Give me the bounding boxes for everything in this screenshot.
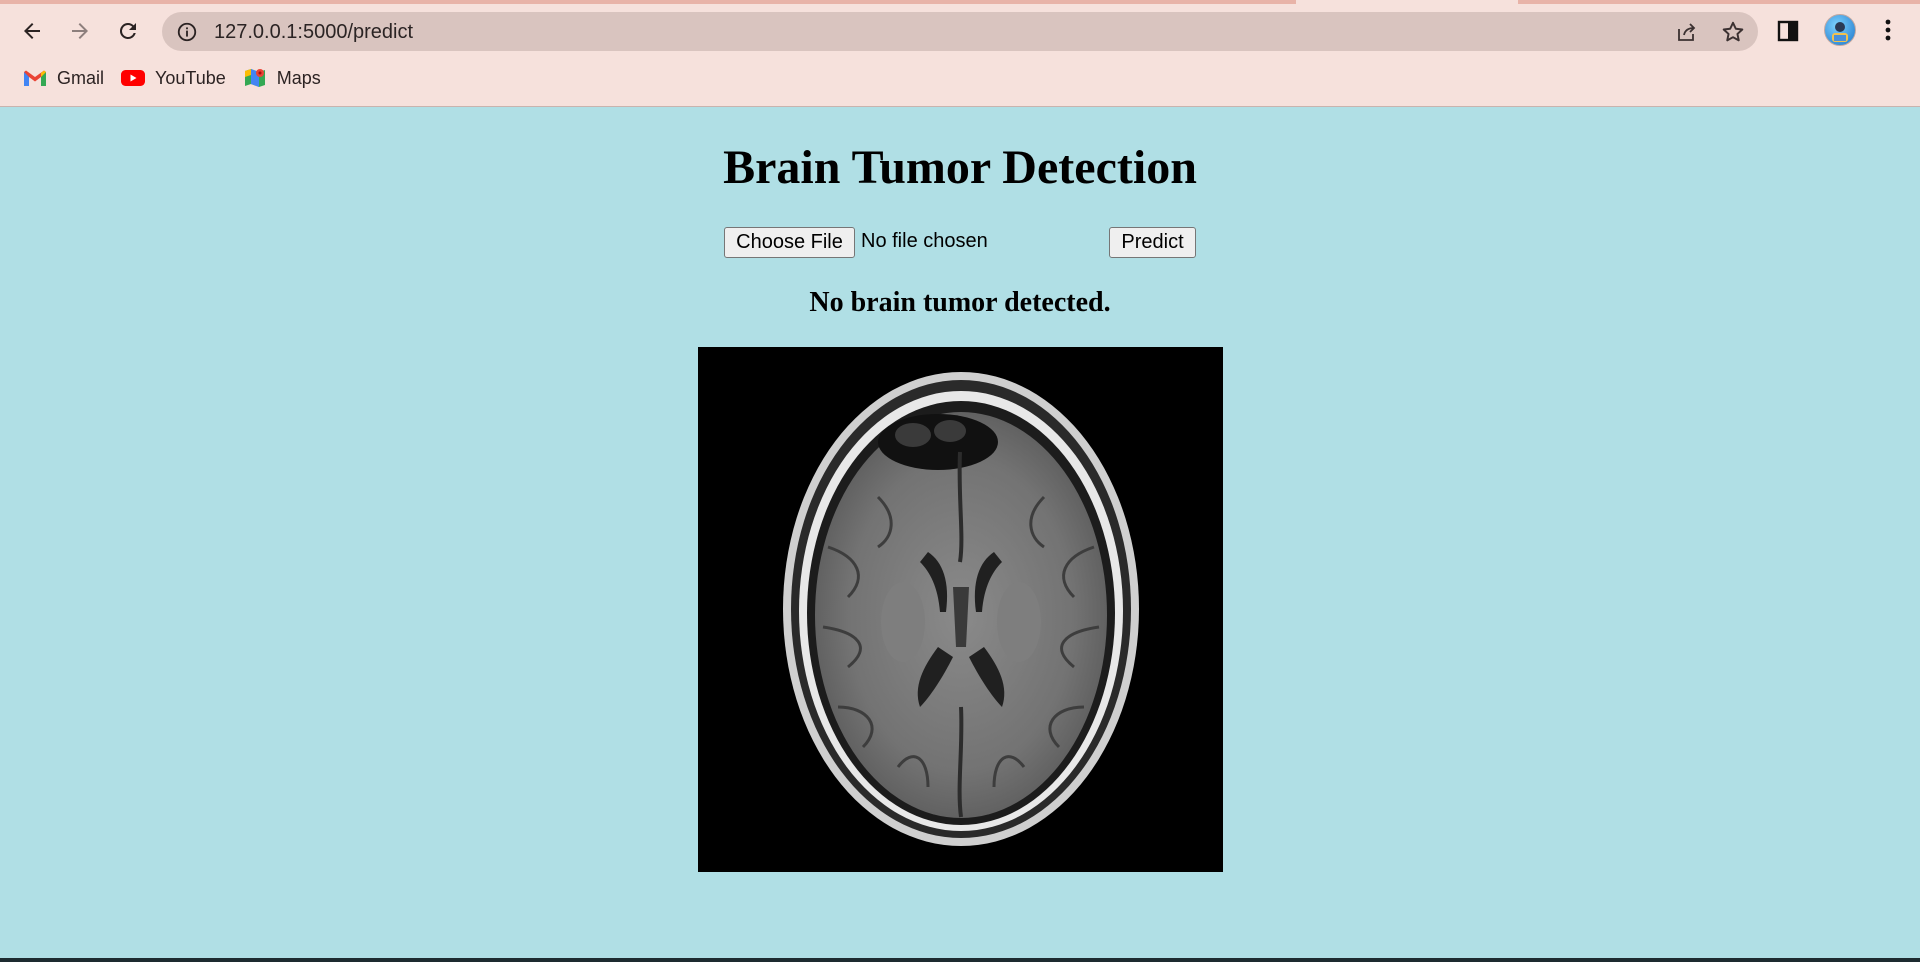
browser-toolbar: 127.0.0.1:5000/predict Gmail YouTube Map… [0,0,1920,107]
bookmark-star-icon[interactable] [1720,19,1746,45]
maps-icon [242,68,268,88]
choose-file-button[interactable]: Choose File [724,227,855,258]
bookmark-gmail[interactable]: Gmail [18,64,116,92]
profile-avatar[interactable] [1824,14,1856,46]
bookmark-label: Gmail [57,67,105,88]
info-icon[interactable] [176,21,198,43]
more-menu-icon[interactable] [1876,17,1900,43]
url-text[interactable]: 127.0.0.1:5000/predict [214,21,413,44]
arrow-left-icon [24,23,40,39]
side-panel-icon[interactable] [1776,19,1800,43]
upload-form: Choose File No file chosen Predict [724,227,1196,259]
tab-strip-edge [1518,0,1920,4]
arrow-right-icon [72,23,88,39]
reload-icon [119,22,136,39]
address-bar[interactable]: 127.0.0.1:5000/predict [162,12,1758,51]
back-button[interactable] [14,13,50,49]
bookmark-label: Maps [276,67,321,88]
mri-scan-image [698,347,1223,872]
prediction-result: No brain tumor detected. [809,287,1111,318]
forward-button[interactable] [62,13,98,49]
page-content: Brain Tumor Detection Choose File No fil… [0,107,1920,962]
reload-button[interactable] [110,13,146,49]
avatar-icon [1832,22,1848,42]
share-icon[interactable] [1674,20,1698,44]
bookmark-label: YouTube [155,67,226,88]
file-status-text: No file chosen [861,230,988,252]
page-title: Brain Tumor Detection [723,141,1197,194]
bookmark-maps[interactable]: Maps [238,64,333,92]
gmail-icon [22,68,48,88]
youtube-icon [120,68,146,88]
predict-button[interactable]: Predict [1109,227,1196,258]
brain-mri-icon [698,347,1223,872]
tab-strip-edge [0,0,1296,4]
bookmarks-bar: Gmail YouTube Maps [18,64,333,92]
page-bottom-border [0,958,1920,962]
bookmark-youtube[interactable]: YouTube [116,64,238,92]
